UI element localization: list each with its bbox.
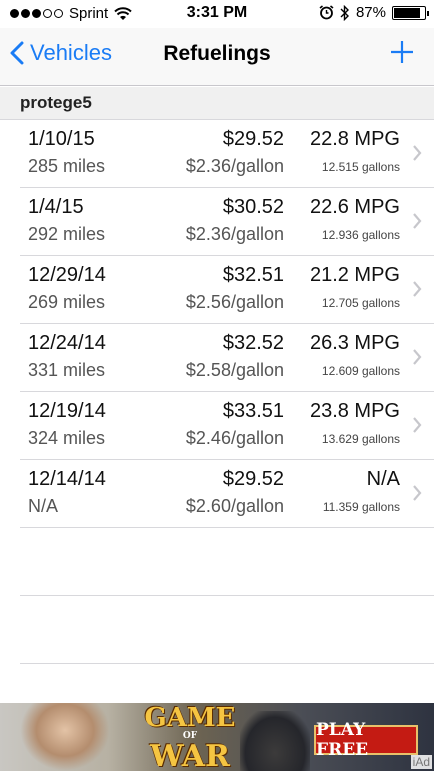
refueling-list: 1/10/15 285 miles $29.52 $2.36/gallon 22… — [0, 120, 434, 664]
refueling-gallons: 12.515 gallons — [321, 160, 400, 174]
bluetooth-icon — [340, 4, 349, 21]
page-title: Refuelings — [163, 42, 271, 65]
add-refueling-button[interactable] — [390, 40, 414, 69]
refueling-price-per-gallon: $2.60/gallon — [185, 496, 284, 516]
refueling-miles: N/A — [28, 496, 59, 516]
chevron-right-icon — [413, 281, 422, 297]
refueling-row[interactable]: 1/4/15 292 miles $30.52 $2.36/gallon 22.… — [20, 188, 434, 256]
refueling-miles: 292 miles — [28, 224, 106, 244]
empty-row — [20, 596, 434, 664]
refueling-mpg: 22.6 MPG — [309, 196, 400, 218]
refueling-date: 12/29/14 — [28, 264, 106, 286]
refueling-date: 12/19/14 — [28, 400, 106, 422]
ad-character-image — [20, 703, 110, 771]
refueling-price-per-gallon: $2.36/gallon — [185, 156, 284, 176]
refueling-price-per-gallon: $2.58/gallon — [185, 360, 284, 380]
refueling-mpg: 23.8 MPG — [309, 400, 400, 422]
refueling-gallons: 13.629 gallons — [321, 432, 400, 446]
plus-icon — [391, 41, 413, 63]
refueling-mpg: 22.8 MPG — [309, 128, 400, 150]
refueling-mpg: 26.3 MPG — [309, 332, 400, 354]
section-header: protege5 — [0, 87, 434, 120]
ad-logo-line3: WAR — [150, 739, 230, 771]
battery-icon — [392, 5, 429, 20]
chevron-right-icon — [413, 213, 422, 229]
status-bar: Sprint 3:31 PM 87% — [0, 0, 434, 28]
empty-row — [20, 528, 434, 596]
chevron-right-icon — [413, 485, 422, 501]
refueling-miles: 269 miles — [28, 292, 106, 312]
refueling-gallons: 11.359 gallons — [322, 500, 400, 514]
refueling-price: $32.51 — [222, 264, 284, 286]
refueling-row[interactable]: 12/14/14 N/A $29.52 $2.60/gallon N/A 11.… — [20, 460, 434, 528]
refueling-date: 12/14/14 — [28, 468, 106, 490]
iad-badge: iAd — [410, 755, 432, 769]
refueling-row[interactable]: 12/19/14 324 miles $33.51 $2.46/gallon 2… — [20, 392, 434, 460]
ad-play-free-button[interactable]: PLAY FREE — [314, 720, 418, 760]
refueling-price-per-gallon: $2.36/gallon — [185, 224, 284, 244]
ad-logo-line1: GAME — [144, 703, 236, 733]
refueling-price: $29.52 — [222, 128, 284, 150]
refueling-mpg: 21.2 MPG — [309, 264, 400, 286]
chevron-right-icon — [413, 145, 422, 161]
chevron-right-icon — [413, 417, 422, 433]
refueling-gallons: 12.609 gallons — [321, 364, 400, 378]
section-title: protege5 — [20, 93, 92, 112]
ad-warriors-image — [240, 711, 310, 771]
refueling-miles: 324 miles — [28, 428, 106, 448]
refueling-row[interactable]: 12/24/14 331 miles $32.52 $2.58/gallon 2… — [20, 324, 434, 392]
status-right: 87% — [319, 4, 429, 21]
refueling-price-per-gallon: $2.46/gallon — [185, 428, 284, 448]
refueling-gallons: 12.936 gallons — [321, 228, 400, 242]
refueling-miles: 331 miles — [28, 360, 106, 380]
refueling-gallons: 12.705 gallons — [321, 296, 400, 310]
refueling-row[interactable]: 1/10/15 285 miles $29.52 $2.36/gallon 22… — [20, 120, 434, 188]
refueling-price: $32.52 — [222, 332, 284, 354]
refueling-price-per-gallon: $2.56/gallon — [185, 292, 284, 312]
ad-game-logo: GAME OF WAR — [140, 705, 240, 771]
navigation-bar: Vehicles Refuelings — [0, 28, 434, 86]
refueling-date: 1/10/15 — [28, 128, 95, 150]
refueling-price: $30.52 — [222, 196, 284, 218]
battery-percent: 87% — [355, 4, 386, 21]
ad-banner[interactable]: GAME OF WAR PLAY FREE iAd — [0, 703, 434, 771]
alarm-icon — [319, 5, 334, 20]
refueling-miles: 285 miles — [28, 156, 106, 176]
refueling-date: 12/24/14 — [28, 332, 106, 354]
refueling-row[interactable]: 12/29/14 269 miles $32.51 $2.56/gallon 2… — [20, 256, 434, 324]
chevron-right-icon — [413, 349, 422, 365]
refueling-mpg: N/A — [366, 468, 400, 490]
refueling-date: 1/4/15 — [28, 196, 84, 218]
refueling-price: $29.52 — [222, 468, 284, 490]
refueling-price: $33.51 — [222, 400, 284, 422]
